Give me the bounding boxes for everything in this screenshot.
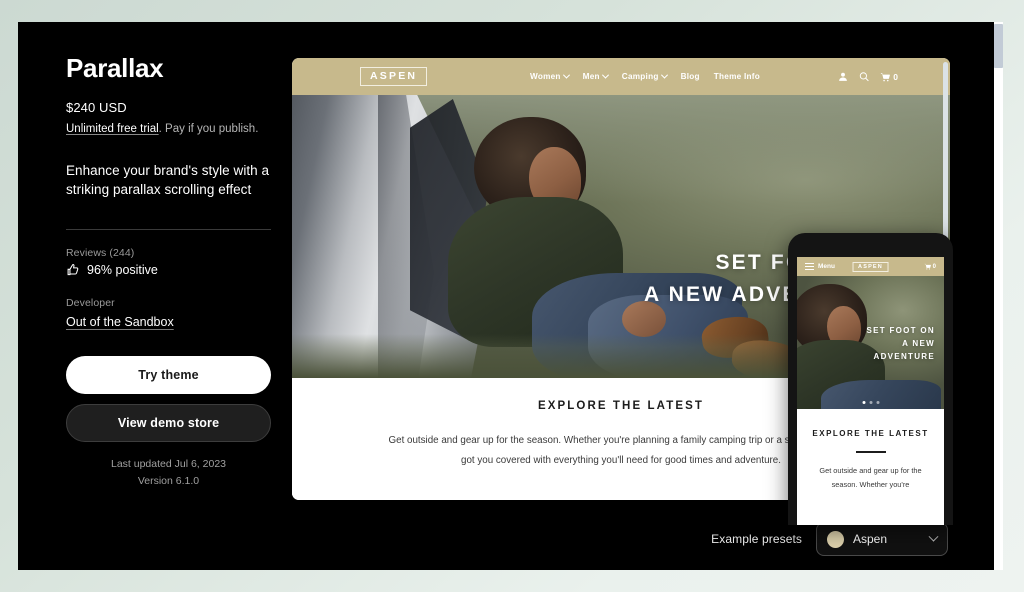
phone-screen: Menu ASPEN 0 SET FOOT ON A NEW ADVENTURE… [797,257,944,525]
reviews-positive-text: 96% positive [87,263,158,278]
last-updated-text: Last updated Jul 6, 2023 [110,458,226,471]
developer-link[interactable]: Out of the Sandbox [66,315,174,329]
window-scrollbar-thumb[interactable] [994,24,1003,68]
nav-label-men: Men [582,72,600,81]
search-icon[interactable] [859,71,869,82]
preset-select[interactable]: Aspen [816,522,948,556]
phone-cart-count: 0 [932,263,936,270]
chevron-down-icon [562,71,570,79]
reviews-label[interactable]: Reviews (244) [66,247,278,259]
version-text: Version 6.1.0 [137,474,200,487]
theme-info-panel: Parallax $240 USD Unlimited free trial. … [66,54,278,489]
account-icon[interactable] [838,71,848,82]
chevron-down-icon [928,531,939,542]
nav-item-men[interactable]: Men [582,71,609,81]
preview-site-nav: ASPEN Women Men Camping Blog Theme Info [292,58,950,95]
phone-explore-paragraph: Get outside and gear up for the season. … [819,465,922,490]
chevron-down-icon [601,71,609,79]
hamburger-icon [805,261,814,272]
preset-color-swatch [827,530,844,548]
nav-item-theme-info[interactable]: Theme Info [714,72,760,81]
nav-item-camping[interactable]: Camping [621,71,668,81]
theme-price: $240 USD [66,99,127,115]
cart-count: 0 [893,71,898,82]
carousel-dot[interactable] [869,401,872,404]
cart-icon [880,72,891,81]
preview-logo[interactable]: ASPEN [360,67,428,86]
cart-icon [924,263,931,270]
section-divider [66,229,271,231]
trial-note: . Pay if you publish. [158,122,259,135]
phone-site-nav: Menu ASPEN 0 [797,257,944,276]
nav-item-blog[interactable]: Blog [681,72,700,81]
page-title: Parallax [66,53,164,83]
theme-preview-mobile[interactable]: Menu ASPEN 0 SET FOOT ON A NEW ADVENTURE… [788,233,953,525]
free-trial-link[interactable]: Unlimited free trial [66,123,159,135]
phone-cart-group[interactable]: 0 [924,263,936,270]
preview-nav-links: Women Men Camping Blog Theme Info [530,71,760,81]
nav-item-women[interactable]: Women [530,71,570,81]
nav-label-camping: Camping [621,72,659,81]
thumbs-up-icon [67,264,79,276]
phone-carousel-dots[interactable] [862,401,879,404]
nav-label-women: Women [530,72,561,81]
theme-meta-footer: Last updated Jul 6, 2023 Version 6.1.0 [66,456,271,489]
phone-explore-section: EXPLORE THE LATEST Get outside and gear … [797,409,944,493]
phone-explore-heading: EXPLORE THE LATEST [812,429,929,438]
chevron-down-icon [660,71,668,79]
reviews-row: 96% positive [66,263,278,277]
carousel-dot[interactable] [876,401,879,404]
view-demo-store-button[interactable]: View demo store [66,404,271,443]
phone-explore-rule [855,451,886,453]
preset-bar: Example presets Aspen [711,522,948,556]
explore-paragraph: Get outside and gear up for the season. … [388,435,854,467]
trial-info: Unlimited free trial. Pay if you publish… [66,122,278,138]
developer-label: Developer [66,297,115,310]
phone-hero: SET FOOT ON A NEW ADVENTURE [797,276,944,409]
phone-menu-label: Menu [818,263,835,270]
phone-person-jeans-shape [821,380,941,409]
phone-hero-headline: SET FOOT ON A NEW ADVENTURE [866,326,935,362]
try-theme-button[interactable]: Try theme [66,356,271,395]
example-presets-label: Example presets [711,532,802,546]
window-scrollbar-track[interactable] [994,22,1003,570]
preset-selected-name: Aspen [853,532,888,546]
theme-tagline: Enhance your brand's style with a striki… [66,163,270,198]
preview-nav-icons: 0 [838,71,898,82]
phone-menu-button[interactable]: Menu [805,261,835,272]
phone-logo[interactable]: ASPEN [852,261,889,272]
carousel-dot[interactable] [862,401,865,404]
theme-detail-window: Parallax $240 USD Unlimited free trial. … [18,22,996,570]
cart-group[interactable]: 0 [880,72,898,82]
